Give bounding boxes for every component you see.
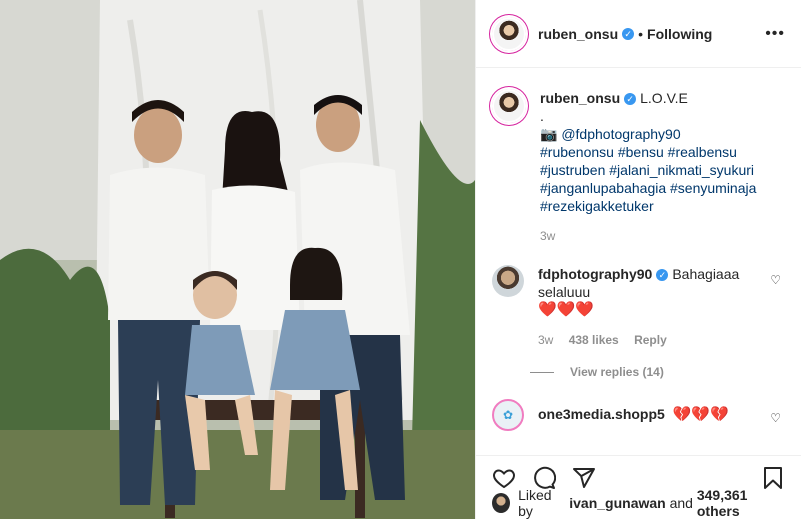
- likes-prefix: Liked by: [518, 487, 552, 519]
- caption-body: ruben_onsu ✓ L.O.V.E . 📷 @fdphotography90 …: [540, 89, 756, 245]
- hashtag-line[interactable]: #rubenonsu #bensu #realbensu: [540, 143, 756, 161]
- family-photo-illustration: [0, 0, 475, 519]
- caption-author-avatar[interactable]: [492, 89, 526, 123]
- liker-username[interactable]: ivan_gunawan: [569, 495, 665, 511]
- comment-body: one3media.shopp5 💔💔💔: [538, 399, 729, 431]
- hashtag-line[interactable]: #rezekigakketuker: [540, 197, 756, 215]
- caption-time[interactable]: 3w: [540, 229, 555, 243]
- post-header: ruben_onsu ✓ • Following •••: [476, 0, 801, 68]
- caption-username[interactable]: ruben_onsu: [540, 90, 620, 106]
- comment-body: fdphotography90 ✓ Bahagiaaa selaluuu ❤️❤️❤…: [538, 265, 785, 349]
- verified-icon: ✓: [624, 93, 637, 106]
- comment-item: fdphotography90 ✓ Bahagiaaa selaluuu ❤️❤️❤…: [492, 265, 785, 349]
- comments-section: ruben_onsu ✓ L.O.V.E . 📷 @fdphotography90 …: [476, 69, 801, 455]
- broken-heart-emoji-icon: 💔💔💔: [672, 406, 729, 423]
- hashtag-line[interactable]: #justruben #jalani_nikmati_syukuri: [540, 161, 756, 179]
- commenter-username[interactable]: one3media.shopp5: [538, 406, 665, 422]
- comment-likes[interactable]: 438 likes: [569, 333, 619, 347]
- credit-mention-link[interactable]: @fdphotography90: [561, 126, 680, 142]
- caption-dot: .: [540, 108, 544, 124]
- replies-divider: [530, 371, 554, 373]
- separator-dot: •: [638, 25, 644, 42]
- verified-icon: ✓: [656, 269, 669, 282]
- post-photo[interactable]: [0, 0, 475, 519]
- likes-count[interactable]: 349,361 others: [697, 487, 785, 519]
- likes-and: and: [669, 495, 693, 511]
- view-replies-button[interactable]: View replies (14): [530, 365, 785, 379]
- commenter-username[interactable]: fdphotography90: [538, 266, 652, 282]
- commenter-avatar[interactable]: ✿: [492, 399, 524, 431]
- liker-avatar[interactable]: [492, 493, 511, 513]
- comment-like-heart-icon[interactable]: ♡: [770, 411, 781, 425]
- comment-time[interactable]: 3w: [538, 333, 553, 347]
- more-options-icon[interactable]: •••: [765, 25, 785, 43]
- caption-meta: 3w: [540, 227, 756, 245]
- camera-emoji-icon: 📷: [540, 126, 558, 142]
- likes-summary: Liked by ivan_gunawan and 349,361 others: [476, 487, 801, 519]
- instagram-post: ruben_onsu ✓ • Following ••• ruben_onsu ✓…: [0, 0, 801, 519]
- comment-item: ✿ one3media.shopp5 💔💔💔 ♡: [492, 399, 785, 431]
- comment-meta: 3w 438 likes Reply: [538, 331, 757, 349]
- post-sidebar: ruben_onsu ✓ • Following ••• ruben_onsu ✓…: [475, 0, 801, 519]
- hashtag-line[interactable]: #janganlupabahagia #senyuminaja: [540, 179, 756, 197]
- post-actions: [476, 455, 801, 489]
- comment-like-heart-icon[interactable]: ♡: [770, 273, 781, 287]
- caption: ruben_onsu ✓ L.O.V.E . 📷 @fdphotography90 …: [492, 89, 785, 245]
- commenter-avatar[interactable]: [492, 265, 524, 297]
- reply-button[interactable]: Reply: [634, 333, 667, 347]
- following-button[interactable]: Following: [647, 26, 712, 42]
- caption-text: L.O.V.E: [640, 90, 688, 106]
- heart-emoji-icon: ❤️❤️❤️: [538, 301, 595, 318]
- author-username[interactable]: ruben_onsu: [538, 26, 618, 42]
- verified-icon: ✓: [622, 27, 635, 40]
- view-replies-label: View replies (14): [570, 365, 664, 379]
- author-avatar[interactable]: [492, 16, 526, 51]
